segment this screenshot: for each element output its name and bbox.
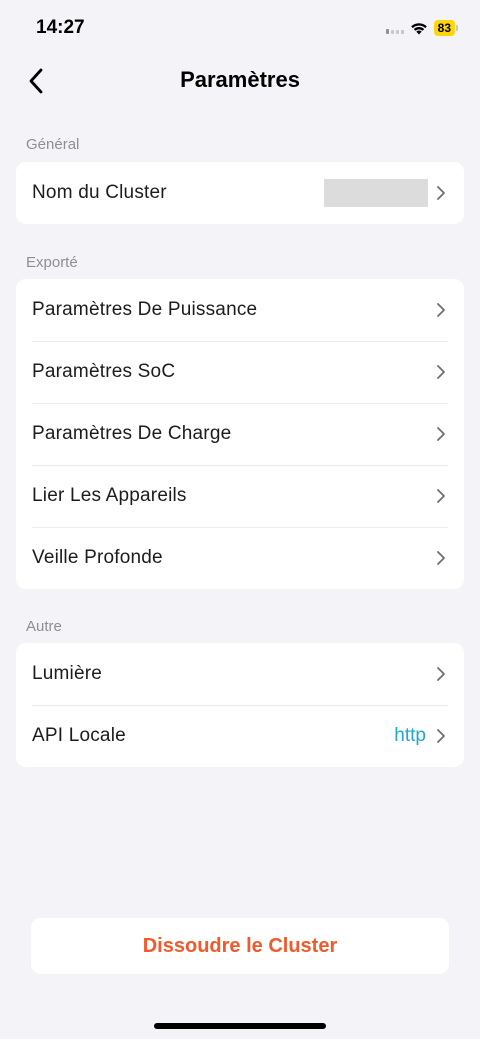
chevron-right-icon <box>436 426 448 442</box>
row-label: Paramètres De Puissance <box>32 299 258 320</box>
section-header-other: Autre <box>26 618 62 635</box>
chevron-right-icon <box>436 302 448 318</box>
section-header-exported: Exporté <box>26 254 78 271</box>
wifi-icon <box>410 22 427 34</box>
row-label: Lumière <box>32 663 103 684</box>
home-indicator[interactable] <box>154 1023 326 1029</box>
row-link-devices[interactable]: Lier Les Appareils <box>16 465 464 527</box>
local-api-value: http <box>394 725 426 746</box>
row-soc-settings[interactable]: Paramètres SoC <box>16 341 464 403</box>
card-exported: Paramètres De Puissance Paramètres SoC P… <box>16 279 464 589</box>
cluster-name-value-redacted <box>324 179 428 207</box>
chevron-right-icon <box>436 666 448 682</box>
chevron-right-icon <box>436 364 448 380</box>
battery-icon: 83 <box>433 20 458 36</box>
status-bar: 14:27 83 <box>0 0 480 56</box>
row-deep-sleep[interactable]: Veille Profonde <box>16 527 464 589</box>
chevron-right-icon <box>436 728 448 744</box>
nav-bar: Paramètres <box>0 56 480 106</box>
row-label: API Locale <box>32 725 126 746</box>
chevron-right-icon <box>436 185 448 201</box>
row-light[interactable]: Lumière <box>16 643 464 705</box>
row-local-api[interactable]: API Locale http <box>16 705 464 767</box>
row-label: Nom du Cluster <box>32 182 167 203</box>
card-other: Lumière API Locale http <box>16 643 464 767</box>
cellular-signal-icon <box>385 22 404 34</box>
card-general: Nom du Cluster <box>16 162 464 224</box>
chevron-right-icon <box>436 488 448 504</box>
section-header-general: Général <box>26 136 80 153</box>
row-label: Veille Profonde <box>32 547 163 568</box>
dissolve-cluster-button[interactable]: Dissoudre le Cluster <box>31 918 449 974</box>
row-label: Paramètres De Charge <box>32 423 232 444</box>
row-label: Paramètres SoC <box>32 361 176 382</box>
row-power-settings[interactable]: Paramètres De Puissance <box>16 279 464 341</box>
row-charge-settings[interactable]: Paramètres De Charge <box>16 403 464 465</box>
chevron-right-icon <box>436 550 448 566</box>
battery-level: 83 <box>433 20 455 36</box>
row-label: Lier Les Appareils <box>32 485 187 506</box>
status-icons: 83 <box>385 20 458 36</box>
row-cluster-name[interactable]: Nom du Cluster <box>16 162 464 224</box>
page-title: Paramètres <box>180 67 300 92</box>
status-time: 14:27 <box>36 17 85 38</box>
